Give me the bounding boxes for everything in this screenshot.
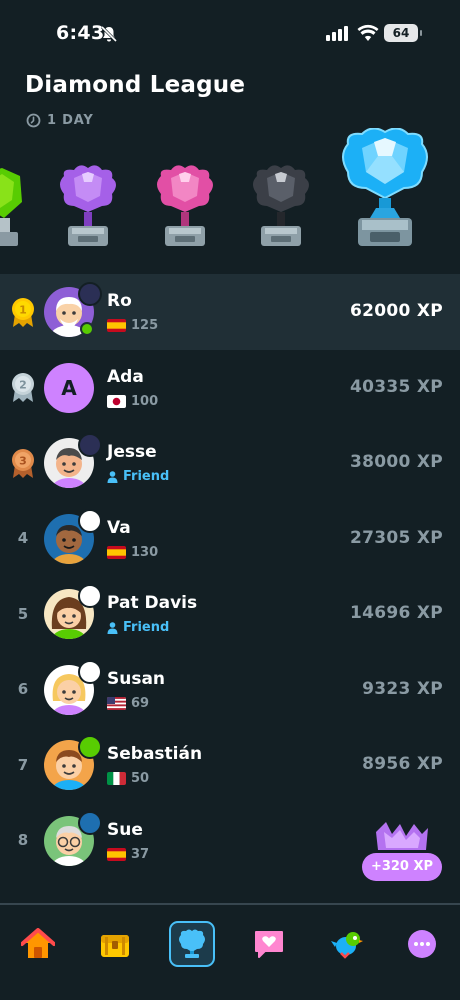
leaderboard-row[interactable]: 1 Ro 125 62000 XP [0,274,460,350]
status-time: 6:43 [56,22,105,44]
leaderboard-row[interactable]: 5 Pat Davis Friend 14696 XP [0,576,460,652]
user-xp: 14696 XP [349,603,443,623]
leaderboard-row[interactable]: 3 Jesse Friend 38000 XP [0,425,460,501]
xp-gain-label: +320 XP [362,853,442,881]
person-icon [107,470,118,483]
rank-number: 1 [19,303,27,316]
wifi-icon [357,24,379,41]
user-streak: 100 [107,394,158,409]
user-sub-value: 69 [131,695,150,711]
signal-icon [326,26,348,41]
leaderboard-row[interactable]: 7 Sebastián 50 8956 XP [0,727,460,803]
flag-spain-icon [107,545,126,559]
user-sub-value: 125 [131,318,159,333]
eyes-badge-icon [78,584,102,608]
flag-italy-icon [107,772,126,785]
nav-social[interactable] [246,921,292,967]
flag-spain-icon [107,847,126,861]
user-name: Susan [107,668,166,689]
bell-muted-icon [100,25,118,43]
leaderboard-row[interactable]: 2 A Ada 100 40335 XP [0,350,460,426]
rank-number: 8 [17,831,29,849]
rank-number: 3 [19,454,27,467]
bottom-nav [0,903,460,1000]
xp-gain-badge: +320 XP [362,818,442,884]
user-streak: 125 [107,318,158,333]
user-xp: 9323 XP [362,678,443,699]
user-xp: 40335 XP [349,376,443,397]
flag-japan-icon [107,394,126,408]
rank-number: 7 [17,755,29,774]
user-sub-value: 130 [131,544,159,560]
emerald-trophy-icon [0,168,22,246]
rank-gold-medal-icon: 1 [8,274,38,349]
person-icon [107,621,118,634]
user-name: Ro [107,291,132,311]
avatar-letter[interactable]: A [44,362,94,413]
user-xp: 27305 XP [349,527,443,548]
leaderboard-trophy-icon [179,929,205,958]
rank-number: 6 [17,680,29,698]
ruby-trophy-icon [157,165,213,246]
league-badge-icon [78,282,102,306]
user-name: Pat Davis [107,593,198,613]
duo-bird-icon [331,932,363,959]
status-bar: 6:43 64 [0,0,460,66]
nav-learn[interactable] [15,921,61,967]
user-friend-tag: Friend [107,469,169,484]
globe-badge-icon [78,810,102,835]
league-title: Diamond League [25,72,246,98]
nav-leaderboards[interactable] [169,921,215,967]
diamond-trophy-icon [342,128,428,246]
duo-owl-badge-icon [78,735,102,759]
user-name: Sebastián [107,744,203,764]
league-badge-icon [78,433,102,457]
heart-chat-icon [255,931,283,958]
leaderboard-row[interactable]: 4 Va 130 27305 XP [0,501,460,577]
league-time-left: 1 DAY [26,113,94,128]
battery-indicator: 64 [384,24,422,42]
rank-number: 5 [17,604,29,623]
user-streak: 69 [107,696,149,711]
obsidian-trophy-icon [253,165,309,246]
cat-badge-icon [78,508,102,533]
user-xp: 62000 XP [349,301,443,321]
user-streak: 37 [107,847,149,862]
rank-silver-medal-icon: 2 [8,350,38,425]
flag-spain-icon [107,319,126,332]
time-left-label: 1 DAY [47,113,94,128]
league-trophies[interactable] [0,128,460,260]
user-sub-value: 50 [131,771,150,786]
nav-more[interactable] [399,921,445,967]
user-sub-value: Friend [123,620,170,635]
user-friend-tag: Friend [107,620,169,635]
online-indicator [80,322,94,336]
user-name: Va [107,517,131,538]
user-sub-value: Friend [123,469,170,484]
nav-practice[interactable] [92,921,138,967]
user-streak: 130 [107,545,158,560]
chest-icon [101,935,129,957]
nav-shop[interactable] [323,921,369,967]
user-name: Sue [107,819,143,840]
leaderboard-list: 1 Ro 125 62000 XP 2 A Ada 100 40335 XP 3… [0,274,460,878]
user-name: Ada [107,366,144,387]
user-name: Jesse [107,442,157,462]
more-icon [408,930,436,958]
home-icon [21,928,55,958]
rank-bronze-medal-icon: 3 [8,425,38,500]
leaderboard-row[interactable]: 6 Susan 69 9323 XP [0,652,460,728]
user-sub-value: 100 [131,393,159,409]
gem-chest-icon [376,822,428,850]
user-streak: 50 [107,771,149,786]
plant-badge-icon [78,659,102,684]
user-xp: 8956 XP [362,754,443,774]
clock-icon [26,113,41,128]
user-sub-value: 37 [131,846,150,862]
rank-number: 4 [17,529,29,547]
amethyst-trophy-icon [60,165,116,246]
user-xp: 38000 XP [349,452,443,472]
flag-usa-icon [107,696,126,710]
rank-number: 2 [19,379,27,392]
